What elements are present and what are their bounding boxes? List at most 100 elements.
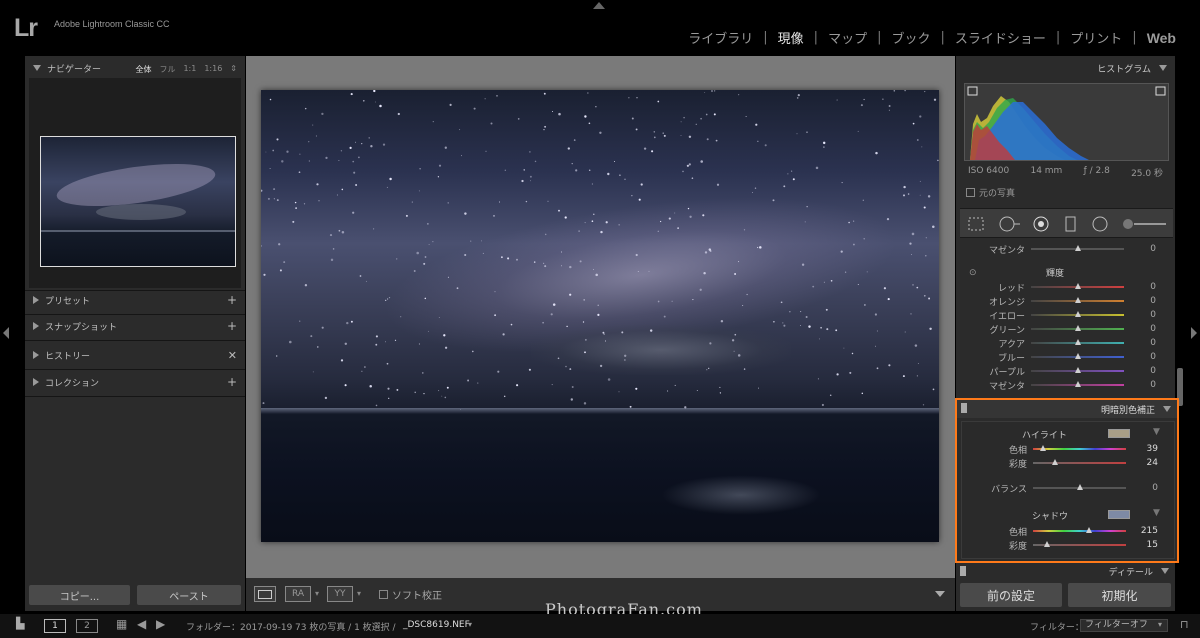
forward-arrow-icon[interactable]: ▶ xyxy=(156,617,165,631)
slider-value[interactable]: 39 xyxy=(1126,444,1166,454)
collections-header[interactable]: コレクション + xyxy=(25,372,245,392)
slider-knob[interactable] xyxy=(1040,445,1046,451)
slider-value[interactable]: 0 xyxy=(1124,282,1164,292)
adjustment-brush-icon[interactable] xyxy=(1122,216,1168,232)
luminance-slider[interactable] xyxy=(1031,283,1124,289)
luminance-slider[interactable] xyxy=(1031,353,1124,359)
slider-value[interactable]: 0 xyxy=(1124,310,1164,320)
grid-view-icon[interactable]: ▦ xyxy=(116,617,127,631)
slider-knob[interactable] xyxy=(1075,283,1081,289)
chevron-down-icon[interactable]: ▾ xyxy=(468,620,472,629)
slider-value[interactable]: 15 xyxy=(1126,540,1166,550)
slider-value[interactable]: 0 xyxy=(1124,324,1164,334)
back-arrow-icon[interactable]: ◀ xyxy=(137,617,146,631)
crop-icon[interactable] xyxy=(967,216,985,232)
paste-button[interactable]: ペースト xyxy=(137,585,241,605)
slider-knob[interactable] xyxy=(1052,459,1058,465)
module-web[interactable]: Web xyxy=(1137,30,1186,46)
chevron-down-icon[interactable]: ▼ xyxy=(1153,427,1160,437)
luminance-slider[interactable] xyxy=(1031,325,1124,331)
collapse-right-arrow-icon[interactable] xyxy=(1191,327,1197,339)
clear-history-icon[interactable]: ✕ xyxy=(228,349,237,362)
collapse-left-arrow-icon[interactable] xyxy=(3,327,9,339)
slider-value[interactable]: 215 xyxy=(1126,526,1166,536)
chevron-down-icon[interactable]: ▾ xyxy=(1158,620,1162,629)
module-map[interactable]: マップ xyxy=(818,28,877,47)
slider-value[interactable]: 0 xyxy=(1124,244,1164,254)
zoom-stepper-icon[interactable]: ⇕ xyxy=(230,64,237,75)
zoom-fill[interactable]: フル xyxy=(159,64,175,75)
red-eye-icon[interactable] xyxy=(1032,216,1050,232)
zoom-fit[interactable]: 全体 xyxy=(135,64,151,75)
slider-knob[interactable] xyxy=(1075,381,1081,387)
split-toning-header[interactable]: 明暗別色補正 xyxy=(957,400,1177,418)
original-photo-checkbox[interactable] xyxy=(966,188,975,197)
chevron-down-icon[interactable]: ▾ xyxy=(315,589,319,598)
luminance-slider[interactable] xyxy=(1031,381,1124,387)
radial-filter-icon[interactable] xyxy=(1091,216,1109,232)
snapshots-header[interactable]: スナップショット + xyxy=(25,316,245,336)
target-adjust-icon[interactable]: ⊙ xyxy=(969,268,977,278)
toolbar-menu-icon[interactable] xyxy=(935,591,945,597)
graduated-filter-icon[interactable] xyxy=(1064,216,1078,232)
slider-value[interactable]: 0 xyxy=(1124,366,1164,376)
slider-value[interactable]: 0 xyxy=(1124,380,1164,390)
module-slideshow[interactable]: スライドショー xyxy=(945,28,1056,47)
slider-knob[interactable] xyxy=(1044,541,1050,547)
secondary-display-icon[interactable]: ▙ xyxy=(16,617,24,630)
main-window-button[interactable]: 1 xyxy=(44,619,66,633)
history-header[interactable]: ヒストリー ✕ xyxy=(25,345,245,365)
module-book[interactable]: ブック xyxy=(881,28,940,47)
histogram-header[interactable]: ヒストグラム xyxy=(1097,59,1167,77)
highlights-saturation-slider[interactable] xyxy=(1033,459,1126,465)
luminance-slider[interactable] xyxy=(1031,311,1124,317)
chevron-down-icon[interactable]: ▾ xyxy=(357,589,361,598)
add-preset-icon[interactable]: + xyxy=(227,293,237,307)
detail-header[interactable]: ディテール xyxy=(956,563,1175,579)
module-develop[interactable]: 現像 xyxy=(768,28,814,47)
magenta-slider[interactable] xyxy=(1031,245,1124,251)
slider-value[interactable]: 24 xyxy=(1126,458,1166,468)
previous-settings-button[interactable]: 前の設定 xyxy=(960,583,1062,607)
slider-knob[interactable] xyxy=(1075,339,1081,345)
luminance-slider[interactable] xyxy=(1031,367,1124,373)
spot-removal-icon[interactable] xyxy=(998,216,1022,232)
balance-slider[interactable] xyxy=(1033,484,1126,490)
filter-select[interactable]: フィルターオフ xyxy=(1080,619,1168,632)
slider-knob[interactable] xyxy=(1075,297,1081,303)
slider-knob[interactable] xyxy=(1075,353,1081,359)
loupe-view-button[interactable] xyxy=(254,586,276,602)
original-photo-toggle[interactable]: 元の写真 xyxy=(966,186,1015,199)
slider-knob[interactable] xyxy=(1075,245,1081,251)
soft-proof-checkbox[interactable] xyxy=(379,590,388,599)
slider-value[interactable]: 0 xyxy=(1126,483,1166,493)
highlights-color-swatch[interactable] xyxy=(1108,429,1130,438)
histogram-chart[interactable] xyxy=(964,83,1169,161)
slider-value[interactable]: 0 xyxy=(1124,296,1164,306)
add-snapshot-icon[interactable]: + xyxy=(227,319,237,333)
before-after-split-button[interactable]: YY xyxy=(327,586,353,602)
before-after-button[interactable]: RA xyxy=(285,586,311,602)
slider-knob[interactable] xyxy=(1086,527,1092,533)
slider-value[interactable]: 0 xyxy=(1124,352,1164,362)
navigator-thumbnail[interactable] xyxy=(40,136,236,267)
navigator-header[interactable]: ナビゲーター 全体 フル 1:1 1:16 ⇕ xyxy=(25,58,245,78)
slider-knob[interactable] xyxy=(1075,311,1081,317)
zoom-1-1[interactable]: 1:1 xyxy=(183,64,196,75)
chevron-down-icon[interactable]: ▼ xyxy=(1153,508,1160,518)
filename[interactable]: _DSC8619.NEF xyxy=(403,620,470,630)
lock-icon[interactable]: ⊓ xyxy=(1180,618,1189,631)
zoom-custom[interactable]: 1:16 xyxy=(204,64,222,75)
collapse-top-arrow-icon[interactable] xyxy=(593,2,605,9)
shadows-hue-slider[interactable] xyxy=(1033,527,1126,533)
reset-button[interactable]: 初期化 xyxy=(1068,583,1171,607)
module-library[interactable]: ライブラリ xyxy=(678,28,763,47)
add-collection-icon[interactable]: + xyxy=(227,375,237,389)
luminance-slider[interactable] xyxy=(1031,297,1124,303)
second-window-button[interactable]: 2 xyxy=(76,619,98,633)
panel-switch-icon[interactable] xyxy=(960,566,966,576)
slider-knob[interactable] xyxy=(1075,325,1081,331)
copy-button[interactable]: コピー... xyxy=(29,585,130,605)
main-photo[interactable] xyxy=(261,90,939,542)
module-print[interactable]: プリント xyxy=(1060,28,1132,47)
